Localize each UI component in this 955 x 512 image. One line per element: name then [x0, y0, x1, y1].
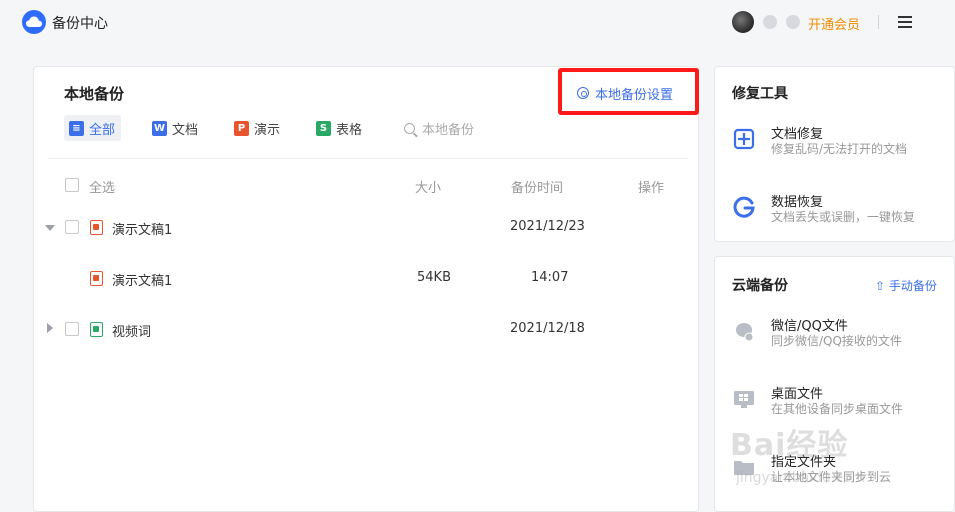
ppt-file-icon: [90, 271, 103, 286]
filter-sheet[interactable]: S 表格: [316, 115, 362, 141]
filter-label: 表格: [336, 122, 363, 138]
filter-label: 全部: [89, 122, 116, 138]
settings-gear-icon: [577, 87, 589, 99]
size-column-header: 大小: [415, 181, 442, 196]
chat-file-icon: [736, 323, 754, 342]
row-checkbox[interactable]: [65, 220, 79, 234]
select-all-label: 全选: [89, 181, 116, 196]
file-name: 演示文稿1: [112, 274, 173, 289]
tool-desc: 文档丢失或误删，一键恢复: [771, 210, 916, 224]
table-row[interactable]: 演示文稿1 2021/12/23: [34, 217, 700, 247]
upload-icon: ⇧: [875, 279, 889, 293]
open-vip-link[interactable]: 开通会员: [808, 14, 860, 33]
file-type-filter-bar: ≡ 全部 W 文档 P 演示 S 表格 本地备份: [64, 115, 684, 141]
app-title: 备份中心: [52, 16, 108, 32]
filter-all[interactable]: ≡ 全部: [64, 115, 122, 141]
table-row[interactable]: 视频词 2021/12/18: [34, 319, 700, 349]
file-size: 54KB: [417, 270, 451, 285]
local-backup-panel: 本地备份 本地备份设置 ≡ 全部 W 文档 P 演示 S 表格 本地备份 全选 …: [33, 66, 699, 512]
local-backup-search[interactable]: 本地备份: [404, 115, 474, 141]
collapse-arrow-icon[interactable]: [45, 225, 55, 231]
file-name: 演示文稿1: [112, 223, 173, 238]
tool-desc: 在其他设备同步桌面文件: [771, 402, 904, 416]
search-icon: [404, 122, 415, 134]
top-bar: 备份中心 开通会员: [0, 0, 955, 46]
settings-label: 本地备份设置: [595, 88, 674, 103]
table-row[interactable]: 演示文稿1 54KB 14:07: [34, 268, 700, 298]
filter-label: 演示: [254, 122, 281, 138]
action-column-header: 操作: [638, 181, 665, 196]
cloud-backup-title: 云端备份: [732, 278, 788, 294]
desktop-file-backup-item[interactable]: 桌面文件 在其他设备同步桌面文件: [732, 383, 955, 425]
repair-tools-panel: 修复工具 文档修复 修复乱码/无法打开的文档 数据恢复 文档丢失或误删，一键恢复: [714, 66, 955, 242]
data-recovery-item[interactable]: 数据恢复 文档丢失或误删，一键恢复: [732, 191, 955, 233]
data-recovery-icon: [733, 196, 755, 218]
hamburger-menu-icon[interactable]: [898, 16, 912, 28]
chat-file-backup-item[interactable]: 微信/QQ文件 同步微信/QQ接收的文件: [732, 315, 955, 357]
baidu-watermark: Bai经验: [730, 428, 849, 463]
filter-label: 文档: [172, 122, 199, 138]
filter-ppt[interactable]: P 演示: [234, 115, 280, 141]
baidu-watermark-url: jingyan.baidu.com: [736, 470, 866, 486]
desktop-icon: [734, 391, 754, 408]
row-checkbox[interactable]: [65, 322, 79, 336]
doc-repair-icon: [733, 128, 755, 150]
user-avatar[interactable]: [732, 11, 754, 33]
sheet-icon: S: [316, 120, 331, 136]
local-backup-title: 本地备份: [64, 85, 125, 103]
sheet-file-icon: [90, 322, 103, 337]
tool-desc: 同步微信/QQ接收的文件: [771, 334, 902, 348]
backup-time: 2021/12/23: [510, 219, 585, 234]
list-icon: ≡: [69, 120, 84, 136]
time-column-header: 备份时间: [511, 181, 564, 196]
table-header: 全选 大小 备份时间 操作: [34, 177, 700, 197]
backup-center-logo-icon: [22, 10, 46, 34]
tool-desc: 修复乱码/无法打开的文档: [771, 142, 908, 156]
repair-tools-title: 修复工具: [732, 86, 788, 102]
divider: [48, 158, 688, 159]
expand-arrow-icon[interactable]: [47, 323, 53, 333]
doc-repair-item[interactable]: 文档修复 修复乱码/无法打开的文档: [732, 123, 955, 165]
ppt-file-icon: [90, 220, 103, 235]
local-backup-settings-button[interactable]: 本地备份设置: [558, 68, 699, 115]
word-doc-icon: W: [152, 120, 167, 136]
search-placeholder: 本地备份: [422, 122, 475, 138]
header-divider: [878, 15, 879, 29]
manual-backup-button[interactable]: ⇧ 手动备份: [875, 277, 937, 294]
file-name: 视频词: [112, 325, 152, 340]
member-level-icon: [763, 15, 777, 29]
super-member-icon: [786, 15, 800, 29]
backup-time: 14:07: [531, 270, 569, 285]
ppt-icon: P: [234, 120, 249, 136]
backup-time: 2021/12/18: [510, 321, 585, 336]
filter-doc[interactable]: W 文档: [152, 115, 198, 141]
select-all-checkbox[interactable]: [65, 178, 79, 192]
